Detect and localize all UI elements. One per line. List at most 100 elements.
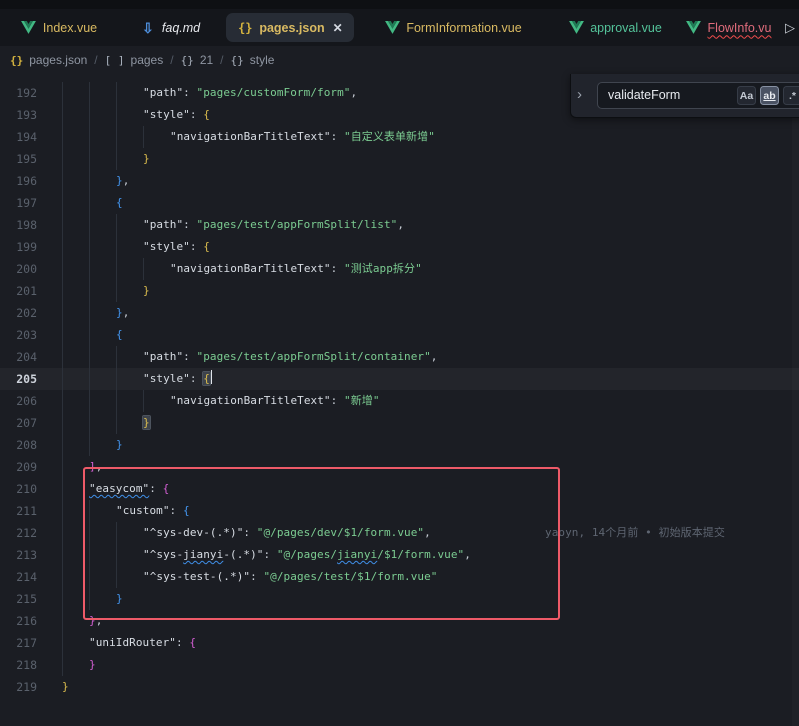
match-case-button[interactable]: Aa <box>737 86 756 105</box>
code-line[interactable]: 199 "style": { <box>0 236 799 258</box>
line-number[interactable]: 211 <box>0 500 37 522</box>
line-number[interactable]: 194 <box>0 126 37 148</box>
code-line[interactable]: 211"custom": { <box>0 500 799 522</box>
whole-word-button[interactable]: ab <box>760 86 779 105</box>
code-line[interactable]: 203{ <box>0 324 799 346</box>
code-line[interactable]: 210"easycom": { <box>0 478 799 500</box>
indent-guide <box>62 544 63 566</box>
line-number[interactable]: 214 <box>0 566 37 588</box>
code-line[interactable]: 204"path": "pages/test/appFormSplit/cont… <box>0 346 799 368</box>
tab-faq-md[interactable]: ⇩faq.md <box>118 9 222 46</box>
line-number[interactable]: 209 <box>0 456 37 478</box>
tab-forminformation-vue[interactable]: FormInformation.vue <box>358 9 548 46</box>
token: "uniIdRouter" <box>89 636 176 649</box>
token: , <box>350 86 357 99</box>
code-line[interactable]: 218} <box>0 654 799 676</box>
token: "^sys-dev-(.*)" <box>143 526 243 539</box>
token: : <box>190 240 203 253</box>
breadcrumb-item-style[interactable]: {}style <box>231 53 275 67</box>
token: : <box>331 262 344 275</box>
line-number[interactable]: 219 <box>0 676 37 698</box>
tab-pages-json[interactable]: {}pages.json✕ <box>222 9 358 46</box>
line-number[interactable]: 213 <box>0 544 37 566</box>
code-text: } <box>116 434 123 456</box>
find-input[interactable]: validateForm Aa ab .* <box>597 82 799 109</box>
code-editor[interactable]: 192"path": "pages/customForm/form",193"s… <box>0 74 799 726</box>
tab-overflow-chevron-icon[interactable]: ▷ <box>775 9 799 46</box>
code-text: "style": { <box>143 236 210 258</box>
code-line[interactable]: 215} <box>0 588 799 610</box>
code-line[interactable]: 194"navigationBarTitleText": "自定义表单新增" <box>0 126 799 148</box>
breadcrumb-item-pages[interactable]: [ ]pages <box>105 53 164 67</box>
token: : <box>331 130 344 143</box>
code-line[interactable]: 201} <box>0 280 799 302</box>
indent-guide <box>116 280 117 302</box>
scrollbar[interactable] <box>792 74 799 726</box>
line-number[interactable]: 216 <box>0 610 37 632</box>
line-number[interactable]: 207 <box>0 412 37 434</box>
line-number[interactable]: 200 <box>0 258 37 280</box>
token: } <box>116 174 123 187</box>
code-line[interactable]: 213"^sys-jianyi-(.*)": "@/pages/jianyi/$… <box>0 544 799 566</box>
line-number[interactable]: 199 <box>0 236 37 258</box>
code-line[interactable]: 212"^sys-dev-(.*)": "@/pages/dev/$1/form… <box>0 522 799 544</box>
code-line[interactable]: 195} <box>0 148 799 170</box>
line-number[interactable]: 201 <box>0 280 37 302</box>
line-number[interactable]: 208 <box>0 434 37 456</box>
code-line[interactable]: 207} <box>0 412 799 434</box>
code-text: { <box>116 192 123 214</box>
token: "^sys-test-(.*)" <box>143 570 250 583</box>
code-line[interactable]: 217"uniIdRouter": { <box>0 632 799 654</box>
line-number[interactable]: 215 <box>0 588 37 610</box>
code-line[interactable]: 200 "navigationBarTitleText": "测试app拆分" <box>0 258 799 280</box>
code-line[interactable]: 202}, <box>0 302 799 324</box>
indent-guide <box>62 434 63 456</box>
indent-guide <box>89 148 90 170</box>
code-line[interactable]: 219} <box>0 676 799 698</box>
tab-flowinfo-vu[interactable]: FlowInfo.vu <box>682 9 775 46</box>
indent-guide <box>89 324 90 346</box>
line-number[interactable]: 217 <box>0 632 37 654</box>
code-line[interactable]: 205"style": { <box>0 368 799 390</box>
line-number[interactable]: 218 <box>0 654 37 676</box>
line-number[interactable]: 204 <box>0 346 37 368</box>
line-number[interactable]: 195 <box>0 148 37 170</box>
code-line[interactable]: 197 { <box>0 192 799 214</box>
indent-guide <box>62 236 63 258</box>
token: "navigationBarTitleText" <box>170 262 331 275</box>
tab-approval-vue[interactable]: approval.vue <box>548 9 682 46</box>
breadcrumb-item-21[interactable]: {}21 <box>181 53 214 67</box>
line-number[interactable]: 205 <box>0 368 37 390</box>
line-number[interactable]: 206 <box>0 390 37 412</box>
line-number[interactable]: 192 <box>0 82 37 104</box>
line-number[interactable]: 212 <box>0 522 37 544</box>
code-line[interactable]: 198"path": "pages/test/appFormSplit/list… <box>0 214 799 236</box>
line-number[interactable]: 203 <box>0 324 37 346</box>
code-line[interactable]: 216}, <box>0 610 799 632</box>
line-number[interactable]: 193 <box>0 104 37 126</box>
regex-button[interactable]: .* <box>783 86 799 105</box>
code-line[interactable]: 209], <box>0 456 799 478</box>
close-tab-icon[interactable]: ✕ <box>333 22 343 34</box>
toggle-replace-button[interactable]: › <box>577 86 582 104</box>
line-number[interactable]: 202 <box>0 302 37 324</box>
line-number[interactable]: 197 <box>0 192 37 214</box>
indent-guide <box>116 258 117 280</box>
code-line[interactable]: 196}, <box>0 170 799 192</box>
token: { <box>163 482 170 495</box>
code-line[interactable]: 214"^sys-test-(.*)": "@/pages/test/$1/fo… <box>0 566 799 588</box>
token: "path" <box>143 218 183 231</box>
tab-label: Index.vue <box>43 21 97 35</box>
line-number[interactable]: 210 <box>0 478 37 500</box>
token: } <box>116 438 123 451</box>
token: , <box>123 306 130 319</box>
breadcrumb-item-pages-json[interactable]: {}pages.json <box>10 53 87 67</box>
line-number[interactable]: 196 <box>0 170 37 192</box>
tab-index-vue[interactable]: Index.vue <box>0 9 118 46</box>
token: "测试app拆分" <box>344 262 422 275</box>
code-line[interactable]: 206"navigationBarTitleText": "新增" <box>0 390 799 412</box>
line-number[interactable]: 198 <box>0 214 37 236</box>
token: } <box>89 614 96 627</box>
code-line[interactable]: 208} <box>0 434 799 456</box>
token: "custom" <box>116 504 170 517</box>
